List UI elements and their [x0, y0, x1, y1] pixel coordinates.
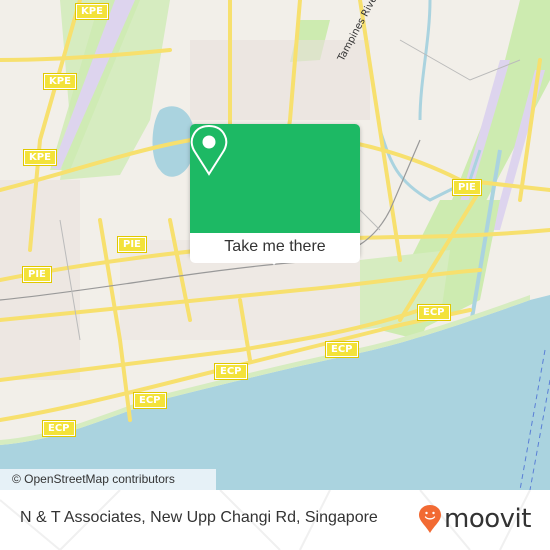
highway-shield-ecp: ECP [214, 363, 248, 380]
popup-tail [266, 257, 282, 265]
footer-banner: N & T Associates, New Upp Changi Rd, Sin… [0, 490, 550, 550]
highway-shield-pie: PIE [22, 266, 52, 283]
highway-shield-kpe: KPE [75, 3, 109, 20]
moovit-wordmark: moovit [444, 504, 531, 534]
moovit-pin-icon [419, 505, 441, 533]
map-pin-icon [190, 124, 228, 176]
highway-shield-kpe: KPE [43, 73, 77, 90]
map[interactable]: KPE KPE KPE PIE PIE PIE ECP ECP ECP ECP … [0, 0, 550, 490]
location-popup: Take me there [190, 124, 360, 265]
highway-shield-ecp: ECP [133, 392, 167, 409]
highway-shield-pie: PIE [117, 236, 147, 253]
highway-shield-ecp: ECP [325, 341, 359, 358]
highway-shield-ecp: ECP [417, 304, 451, 321]
highway-shield-ecp: ECP [42, 420, 76, 437]
highway-shield-pie: PIE [452, 179, 482, 196]
moovit-logo[interactable]: moovit [418, 504, 531, 534]
map-attribution[interactable]: © OpenStreetMap contributors [0, 469, 216, 490]
popup-header [190, 124, 360, 233]
place-name: N & T Associates, New Upp Changi Rd, Sin… [20, 509, 378, 526]
highway-shield-kpe: KPE [23, 149, 57, 166]
